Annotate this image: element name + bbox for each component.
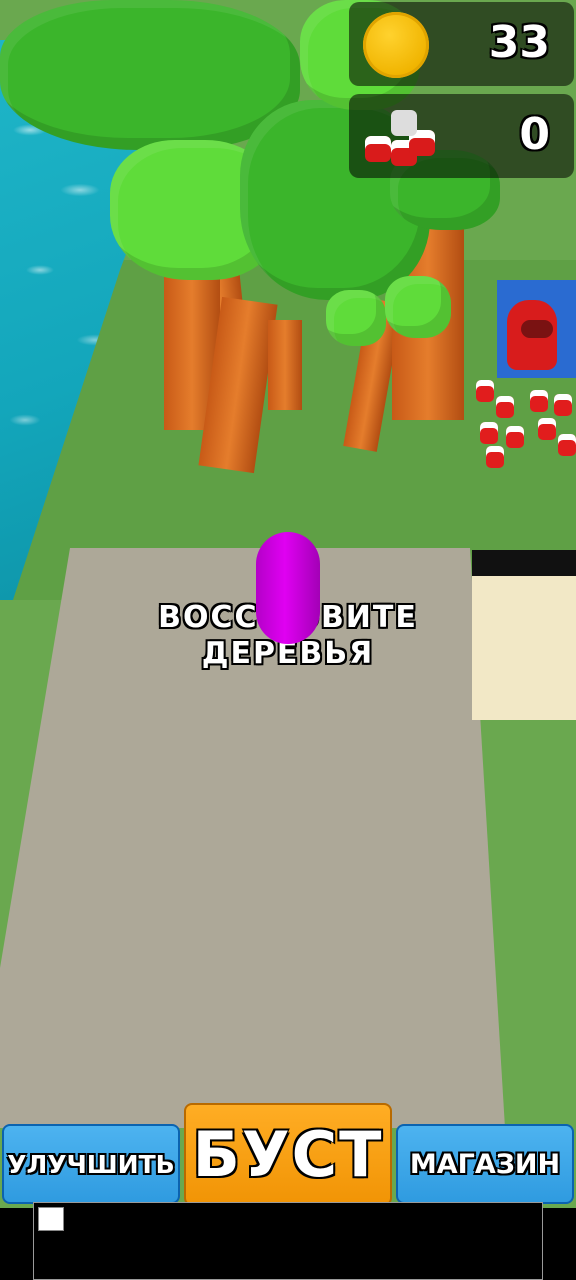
- ad-banner[interactable]: [33, 1202, 543, 1280]
- shop-button[interactable]: МАГАЗИН: [396, 1124, 574, 1204]
- coin-icon: [363, 12, 429, 78]
- crowd-counter: 0: [349, 94, 574, 178]
- boost-button[interactable]: БУСТ: [184, 1103, 392, 1206]
- tree-foliage: [385, 276, 451, 338]
- coin-count: 33: [488, 17, 550, 68]
- red-crowd: [472, 374, 576, 474]
- upgrade-button[interactable]: УЛУЧШИТЬ: [2, 1124, 180, 1204]
- tree-foliage: [326, 290, 386, 346]
- crowd-icon: [361, 100, 435, 172]
- game-scene[interactable]: ВОССТ ОВИТЕ ДЕРЕВЬЯ: [0, 0, 576, 1280]
- tree-trunk: [268, 320, 302, 410]
- player-character: [256, 532, 320, 644]
- red-character: [507, 300, 557, 370]
- crowd-count: 0: [519, 109, 550, 160]
- coin-counter: 33: [349, 2, 574, 86]
